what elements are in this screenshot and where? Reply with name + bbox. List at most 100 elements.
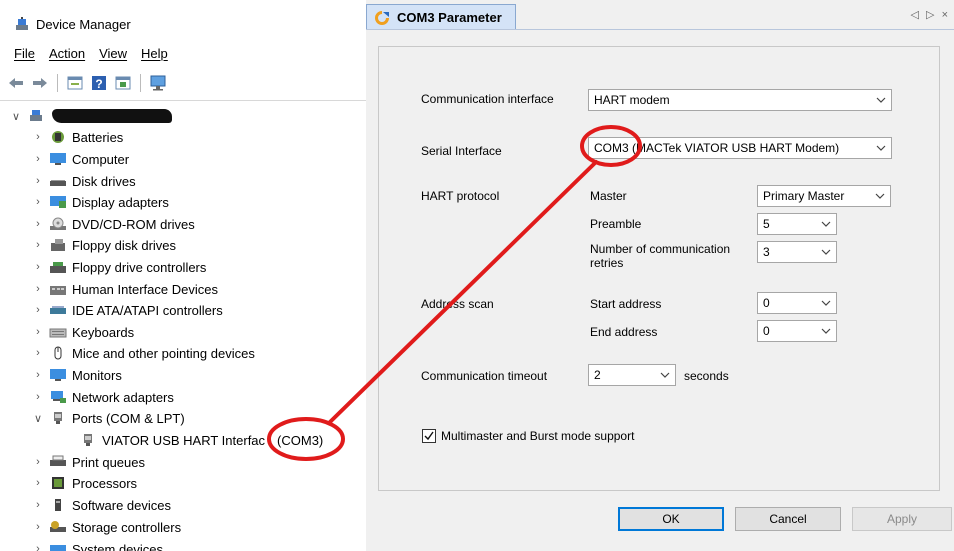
- computer-root-icon: [30, 110, 42, 121]
- tree-item-disk-drives[interactable]: › Disk drives: [30, 171, 135, 191]
- properties-icon[interactable]: [65, 74, 85, 92]
- tree-item-keyboards[interactable]: › Keyboards: [30, 322, 134, 342]
- tree-item-storage-controllers[interactable]: › Storage controllers: [30, 517, 181, 537]
- expand-icon[interactable]: ›: [30, 391, 46, 403]
- serial-interface-dropdown[interactable]: COM3 (MACTek VIATOR USB HART Modem): [588, 137, 892, 159]
- tree-item-label: Software devices: [72, 497, 171, 513]
- tree-item-network-adapters[interactable]: › Network adapters: [30, 387, 174, 407]
- tree-item-software-devices[interactable]: › Software devices: [30, 495, 171, 515]
- device-manager-icon: [16, 17, 28, 30]
- preamble-value: 5: [763, 217, 770, 231]
- comm-interface-dropdown[interactable]: HART modem: [588, 89, 892, 111]
- expand-icon[interactable]: ›: [30, 261, 46, 273]
- tree-item-system-devices[interactable]: › System devices: [30, 539, 163, 551]
- expand-icon[interactable]: ›: [30, 196, 46, 208]
- chevron-down-icon: [821, 221, 831, 227]
- expand-icon[interactable]: ›: [30, 369, 46, 381]
- start-address-dropdown[interactable]: 0: [757, 292, 837, 314]
- tree-item-label: Ports (COM & LPT): [72, 410, 185, 426]
- back-icon[interactable]: [6, 74, 26, 92]
- update-driver-icon[interactable]: [113, 74, 133, 92]
- expand-icon[interactable]: ›: [30, 499, 46, 511]
- tree-item-label: Mice and other pointing devices: [72, 345, 255, 361]
- expand-icon[interactable]: ›: [30, 239, 46, 251]
- retries-label: Number of communication retries: [590, 242, 731, 270]
- tree-item-computer[interactable]: › Computer: [30, 149, 129, 169]
- menu-action[interactable]: Action: [49, 46, 85, 61]
- network-icon: [51, 391, 66, 403]
- toolbar-separator: [57, 74, 58, 92]
- hid-icon: [50, 286, 66, 295]
- menu-view[interactable]: View: [99, 46, 127, 61]
- multimaster-label[interactable]: Multimaster and Burst mode support: [441, 429, 634, 443]
- expand-icon[interactable]: ›: [30, 283, 46, 295]
- end-address-dropdown[interactable]: 0: [757, 320, 837, 342]
- tree-item-print-queues[interactable]: › Print queues: [30, 452, 145, 472]
- retries-dropdown[interactable]: 3: [757, 241, 837, 263]
- tree-item-label: Computer: [72, 151, 130, 167]
- end-address-label: End address: [590, 325, 658, 339]
- tree-item-label: DVD/CD-ROM drives: [72, 216, 195, 232]
- toolbar-separator: [140, 74, 141, 92]
- menu-bar: File Action View Help: [14, 46, 168, 61]
- expand-icon[interactable]: ›: [30, 153, 46, 165]
- master-dropdown[interactable]: Primary Master: [757, 185, 891, 207]
- collapse-icon[interactable]: ∨: [30, 412, 46, 425]
- printer-icon: [50, 455, 66, 466]
- apply-button[interactable]: Apply: [852, 507, 952, 531]
- seconds-label: seconds: [684, 369, 729, 383]
- redacted-computer-name: [52, 109, 172, 123]
- settings-group: Communication interface HART modem Seria…: [378, 46, 940, 491]
- start-address-value: 0: [763, 296, 770, 310]
- chevron-down-icon: [875, 193, 885, 199]
- expand-icon[interactable]: ›: [30, 175, 46, 187]
- tree-item-human-interface-devices[interactable]: › Human Interface Devices: [30, 279, 218, 299]
- cancel-button[interactable]: Cancel: [735, 507, 841, 531]
- tree-item-label: Display adapters: [72, 194, 169, 210]
- tab-com3-parameter[interactable]: COM3 Parameter: [366, 4, 516, 30]
- expand-icon[interactable]: ›: [30, 304, 46, 316]
- menu-help[interactable]: Help: [141, 46, 168, 61]
- comm-timeout-dropdown[interactable]: 2: [588, 364, 676, 386]
- menu-file[interactable]: File: [14, 46, 35, 61]
- forward-icon[interactable]: [30, 74, 50, 92]
- device-manager-window: Device Manager File Action View Help ? ∨…: [0, 0, 366, 551]
- expand-icon[interactable]: ›: [30, 456, 46, 468]
- dvd-icon: [50, 217, 66, 230]
- expand-icon[interactable]: ›: [30, 218, 46, 230]
- preamble-label: Preamble: [590, 217, 642, 231]
- collapse-icon[interactable]: ∨: [8, 110, 24, 123]
- expand-icon[interactable]: ›: [30, 477, 46, 489]
- tree-item-floppy-disk-drives[interactable]: › Floppy disk drives: [30, 235, 176, 255]
- tree-item-ports[interactable]: ∨ Ports (COM & LPT): [30, 408, 185, 428]
- tree-item-mice[interactable]: › Mice and other pointing devices: [30, 343, 255, 363]
- scan-hardware-icon[interactable]: [148, 74, 168, 92]
- tree-item-batteries[interactable]: › Batteries: [30, 127, 123, 147]
- tree-item-label: VIATOR USB HART Interfac: [102, 432, 266, 448]
- tab-navigation[interactable]: ◁ ▷ ×: [911, 8, 950, 21]
- tree-item-dvd-drives[interactable]: › DVD/CD-ROM drives: [30, 214, 195, 234]
- expand-icon[interactable]: ›: [30, 326, 46, 338]
- tree-item-floppy-drive-controllers[interactable]: › Floppy drive controllers: [30, 257, 206, 277]
- expand-icon[interactable]: ›: [30, 521, 46, 533]
- disk-drive-icon: [50, 180, 66, 186]
- expand-icon[interactable]: ›: [30, 543, 46, 551]
- tree-item-label: Keyboards: [72, 324, 135, 340]
- tree-item-display-adapters[interactable]: › Display adapters: [30, 192, 169, 212]
- tree-item-label: IDE ATA/ATAPI controllers: [72, 302, 223, 318]
- tree-item-processors[interactable]: › Processors: [30, 473, 137, 493]
- tree-item-monitors[interactable]: › Monitors: [30, 365, 122, 385]
- expand-icon[interactable]: ›: [30, 131, 46, 143]
- help-icon[interactable]: ?: [89, 74, 109, 92]
- multimaster-checkbox[interactable]: [422, 429, 436, 443]
- port-device-icon: [84, 434, 92, 446]
- ok-button[interactable]: OK: [618, 507, 724, 531]
- expand-icon[interactable]: ›: [30, 347, 46, 359]
- tree-item-ide-controllers[interactable]: › IDE ATA/ATAPI controllers: [30, 300, 223, 320]
- serial-interface-value: COM3 (MACTek VIATOR USB HART Modem): [594, 141, 840, 155]
- comm-timeout-label: Communication timeout: [421, 369, 548, 383]
- tree-root[interactable]: ∨: [8, 106, 172, 126]
- preamble-dropdown[interactable]: 5: [757, 213, 837, 235]
- tree-item-viator-device[interactable]: VIATOR USB HART Interfac (COM3): [76, 430, 323, 450]
- tree-item-label: Floppy disk drives: [72, 237, 177, 253]
